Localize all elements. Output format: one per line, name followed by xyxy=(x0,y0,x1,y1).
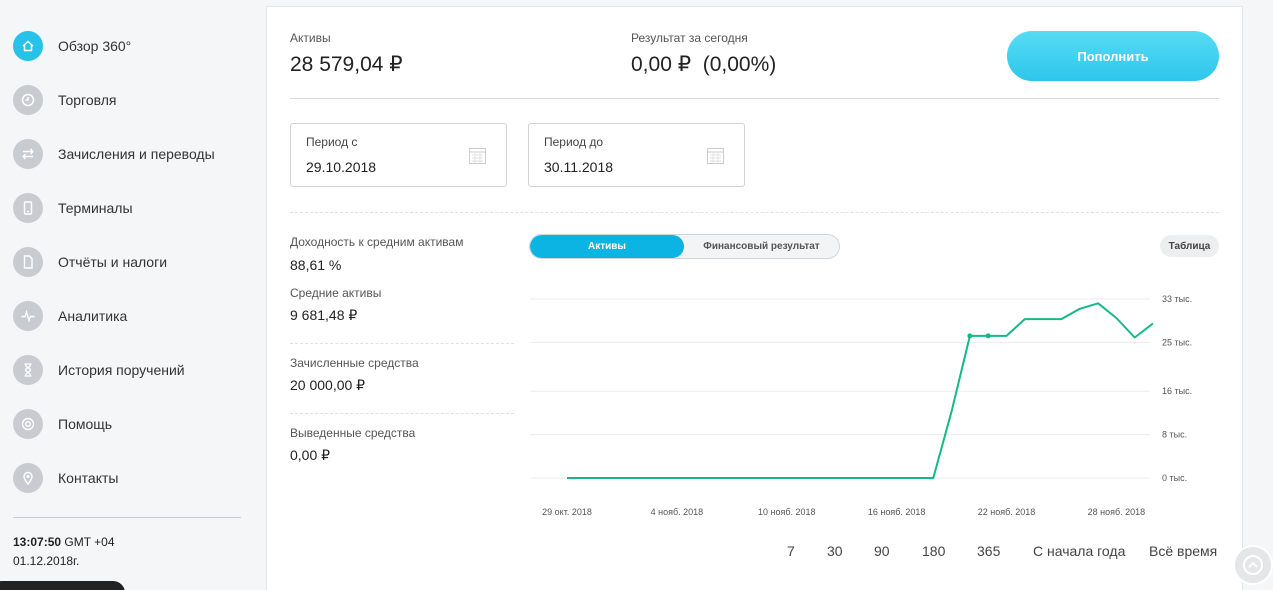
sidebar-item-label: Торговля xyxy=(58,92,117,108)
tab-assets[interactable]: Активы xyxy=(530,235,684,258)
withdrawn-value: 0,00 ₽ xyxy=(290,447,331,463)
section-divider xyxy=(290,212,1219,213)
x-tick-label: 28 нояб. 2018 xyxy=(1088,507,1146,517)
stat-divider xyxy=(290,413,514,414)
sidebar-item-label: Отчёты и налоги xyxy=(58,254,168,270)
sidebar-item-label: История поручений xyxy=(58,362,185,378)
calendar-icon[interactable] xyxy=(469,148,486,164)
withdrawn-label: Выведенные средства xyxy=(290,426,416,440)
x-tick-label: 10 нояб. 2018 xyxy=(758,507,816,517)
sidebar-item-contacts[interactable]: Контакты xyxy=(13,462,118,494)
y-tick-label: 33 тыс. xyxy=(1162,294,1192,304)
avg-assets-value: 9 681,48 ₽ xyxy=(290,307,358,323)
clock-time: 13:07:50 GMT +04 xyxy=(13,535,115,549)
sidebar-item-label: Терминалы xyxy=(58,200,133,216)
x-tick-label: 22 нояб. 2018 xyxy=(978,507,1036,517)
bottom-pill-button[interactable] xyxy=(0,581,125,590)
clock-time-value: 13:07:50 xyxy=(13,535,62,549)
pulse-icon xyxy=(13,301,43,331)
sidebar-item-label: Контакты xyxy=(58,470,119,486)
table-view-button[interactable]: Таблица xyxy=(1160,235,1219,257)
y-tick-label: 25 тыс. xyxy=(1162,337,1192,347)
sidebar-item-transfers[interactable]: Зачисления и переводы xyxy=(13,138,215,170)
today-result-label: Результат за сегодня xyxy=(631,31,748,45)
main-panel: Активы 28 579,04 ₽ Результат за сегодня … xyxy=(266,6,1243,590)
tab-financial-result[interactable]: Финансовый результат xyxy=(684,235,839,258)
period-from-field[interactable]: Период с 29.10.2018 xyxy=(290,123,507,187)
period-to-label: Период до xyxy=(544,135,604,149)
assets-line-chart: 33 тыс. 25 тыс. 16 тыс. 8 тыс. 0 тыс. 29 окт.… xyxy=(530,294,1192,517)
stat-divider xyxy=(290,343,514,344)
data-point-marker[interactable] xyxy=(967,333,973,339)
period-from-label: Период с xyxy=(306,135,358,149)
document-icon xyxy=(13,247,43,277)
assets-label: Активы xyxy=(290,31,331,45)
calendar-icon[interactable] xyxy=(707,148,724,164)
range-all-button[interactable]: Всё время xyxy=(1149,543,1217,559)
sidebar-item-reports[interactable]: Отчёты и налоги xyxy=(13,246,167,278)
chevron-up-icon xyxy=(1243,555,1263,575)
period-to-field[interactable]: Период до 30.11.2018 xyxy=(528,123,745,187)
topup-button[interactable]: Пополнить xyxy=(1007,31,1219,81)
data-point-marker[interactable] xyxy=(985,333,991,339)
clock-icon xyxy=(13,85,43,115)
sidebar-item-trading[interactable]: Торговля xyxy=(13,84,116,116)
clock-date: 01.12.2018г. xyxy=(13,554,80,568)
sidebar-item-analytics[interactable]: Аналитика xyxy=(13,300,127,332)
lifebuoy-icon xyxy=(13,409,43,439)
y-tick-label: 16 тыс. xyxy=(1162,386,1192,396)
avg-assets-label: Средние активы xyxy=(290,286,382,300)
range-30-button[interactable]: 30 xyxy=(827,543,843,559)
sidebar-item-label: Аналитика xyxy=(58,308,128,324)
y-tick-label: 8 тыс. xyxy=(1162,430,1187,440)
scroll-top-button[interactable] xyxy=(1233,545,1273,585)
today-result-value: 0,00 ₽ (0,00%) xyxy=(631,53,777,76)
sidebar-divider xyxy=(13,517,241,518)
sidebar-item-help[interactable]: Помощь xyxy=(13,408,112,440)
yield-label: Доходность к средним активам xyxy=(290,235,464,249)
hourglass-icon xyxy=(13,355,43,385)
sidebar-item-terminals[interactable]: Терминалы xyxy=(13,192,133,224)
x-tick-label: 29 окт. 2018 xyxy=(542,507,592,517)
clock-zone: GMT +04 xyxy=(64,535,115,549)
sidebar-item-orders-history[interactable]: История поручений xyxy=(13,354,185,386)
device-icon xyxy=(13,193,43,223)
sidebar-item-overview[interactable]: Обзор 360° xyxy=(13,30,131,62)
yield-value: 88,61 % xyxy=(290,257,342,273)
range-180-button[interactable]: 180 xyxy=(922,543,945,559)
chart-mode-toggle: Активы Финансовый результат xyxy=(529,234,840,259)
assets-value: 28 579,04 ₽ xyxy=(290,53,403,76)
sidebar-item-label: Зачисления и переводы xyxy=(58,146,215,162)
sidebar: Обзор 360° Торговля Зачисления и перевод… xyxy=(0,0,266,590)
period-to-value: 30.11.2018 xyxy=(544,159,614,175)
period-from-value: 29.10.2018 xyxy=(306,159,377,175)
x-tick-label: 16 нояб. 2018 xyxy=(868,507,926,517)
range-ytd-button[interactable]: С начала года xyxy=(1033,543,1125,559)
location-pin-icon xyxy=(13,463,43,493)
x-tick-label: 4 нояб. 2018 xyxy=(651,507,704,517)
sidebar-item-label: Помощь xyxy=(58,416,113,432)
range-90-button[interactable]: 90 xyxy=(874,543,890,559)
deposited-value: 20 000,00 ₽ xyxy=(290,377,366,393)
deposited-label: Зачисленные средства xyxy=(290,356,419,370)
y-tick-label: 0 тыс. xyxy=(1162,473,1187,483)
transfer-arrows-icon xyxy=(13,139,43,169)
range-365-button[interactable]: 365 xyxy=(977,543,1000,559)
home-icon xyxy=(13,31,43,61)
sidebar-item-label: Обзор 360° xyxy=(58,38,132,54)
range-7-button[interactable]: 7 xyxy=(787,543,795,559)
assets-series-line xyxy=(567,302,1154,479)
summary-divider xyxy=(290,98,1219,99)
